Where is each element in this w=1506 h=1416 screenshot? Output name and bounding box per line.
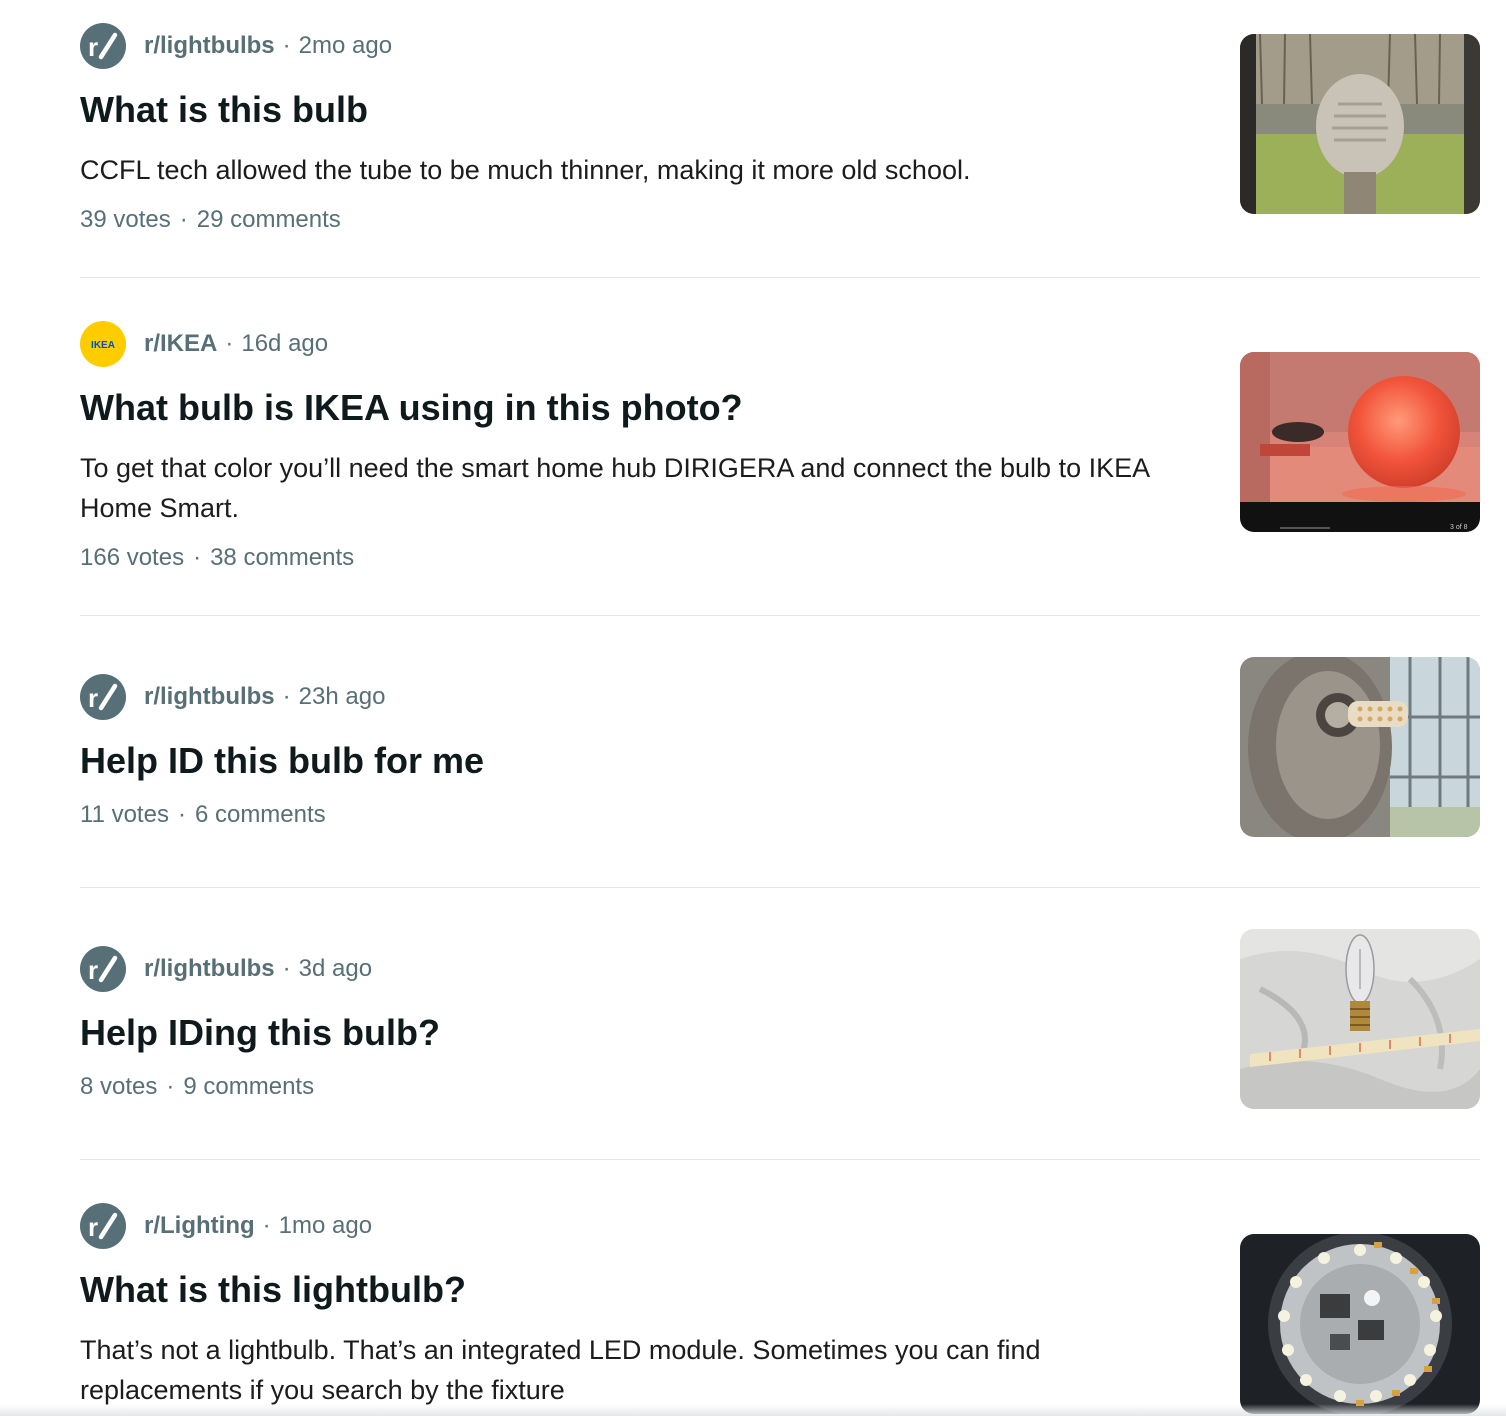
post-meta: r r/lightbulbs · 2mo ago (80, 22, 392, 70)
svg-text:r: r (88, 683, 98, 712)
post-time: 16d ago (241, 330, 329, 357)
post-snippet: That’s not a lightbulb. That’s an integr… (80, 1335, 1041, 1405)
post-meta: r r/lightbulbs · 3d ago (80, 945, 372, 993)
post-snippet: CCFL tech allowed the tube to be much th… (80, 155, 971, 185)
post-thumbnail[interactable] (1240, 929, 1480, 1109)
meta-separator: · (282, 955, 291, 982)
post-divider (80, 277, 1480, 278)
post-thumbnail[interactable] (1240, 34, 1480, 214)
svg-text:r: r (88, 1212, 98, 1241)
post-divider (80, 615, 1480, 616)
post-title[interactable]: What bulb is IKEA using in this photo? (80, 386, 743, 430)
svg-text:r: r (88, 955, 98, 984)
reddit-r-slash-icon: r (88, 1212, 118, 1241)
subreddit-name[interactable]: r/lightbulbs (144, 955, 275, 983)
stats-separator: · (179, 206, 188, 233)
post-thumbnail[interactable] (1240, 657, 1480, 837)
post-divider (80, 1159, 1480, 1160)
ikea-logo-icon: IKEA (82, 337, 124, 351)
stats-separator: · (166, 1073, 175, 1100)
comment-count[interactable]: 6 comments (195, 801, 326, 829)
reddit-r-slash-icon: r (88, 955, 118, 984)
vote-count: 11 votes (80, 801, 169, 828)
subreddit-name[interactable]: r/lightbulbs (144, 32, 275, 60)
svg-text:IKEA: IKEA (91, 340, 115, 351)
candelabra-bulb-tape-photo (1240, 929, 1480, 1109)
subreddit-avatar[interactable]: r (80, 1203, 126, 1249)
meta-separator: · (225, 330, 234, 357)
stats-separator: · (193, 544, 202, 571)
post-thumbnail[interactable] (1240, 1234, 1480, 1414)
led-module-photo (1240, 1234, 1480, 1414)
scroll-fade (0, 1404, 1506, 1416)
frosted-bulb-window-photo (1240, 34, 1480, 214)
wall-sconce-bulb-photo (1240, 657, 1480, 837)
post-title[interactable]: Help ID this bulb for me (80, 739, 484, 783)
subreddit-name[interactable]: r/lightbulbs (144, 683, 275, 711)
post-title[interactable]: Help IDing this bulb? (80, 1011, 440, 1055)
post-meta: r r/Lighting · 1mo ago (80, 1202, 372, 1250)
reddit-r-slash-icon: r (88, 32, 118, 61)
subreddit-name[interactable]: r/IKEA (144, 330, 217, 358)
meta-separator: · (282, 683, 291, 710)
post-stats: 8 votes · 9 comments (80, 1073, 314, 1101)
post-stats: 166 votes · 38 comments (80, 544, 354, 572)
post-thumbnail[interactable]: 3 of 8 (1240, 352, 1480, 532)
reddit-r-slash-icon: r (88, 683, 118, 712)
svg-text:3 of 8: 3 of 8 (1450, 524, 1468, 531)
post-title[interactable]: What is this bulb (80, 88, 368, 132)
post-time: 1mo ago (278, 1212, 373, 1239)
comment-count[interactable]: 9 comments (183, 1073, 314, 1101)
post-snippet: To get that color you’ll need the smart … (80, 453, 1149, 523)
vote-count: 39 votes (80, 206, 171, 233)
post-meta: IKEA r/IKEA · 16d ago (80, 320, 328, 368)
vote-count: 166 votes (80, 544, 185, 571)
post-meta: r r/lightbulbs · 23h ago (80, 673, 385, 721)
post-title[interactable]: What is this lightbulb? (80, 1268, 466, 1312)
meta-separator: · (262, 1212, 271, 1239)
subreddit-avatar[interactable]: r (80, 946, 126, 992)
subreddit-avatar[interactable]: r (80, 674, 126, 720)
post-time: 3d ago (298, 955, 373, 982)
vote-count: 8 votes (80, 1073, 158, 1100)
subreddit-avatar[interactable]: IKEA (80, 321, 126, 367)
post-stats: 39 votes · 29 comments (80, 206, 341, 234)
subreddit-avatar[interactable]: r (80, 23, 126, 69)
post-time: 23h ago (298, 683, 386, 710)
comment-count[interactable]: 38 comments (210, 544, 354, 572)
post-divider (80, 887, 1480, 888)
post-stats: 11 votes · 6 comments (80, 801, 326, 829)
meta-separator: · (282, 32, 291, 59)
post-time: 2mo ago (298, 32, 393, 59)
stats-separator: · (177, 801, 186, 828)
svg-text:r: r (88, 32, 98, 61)
subreddit-name[interactable]: r/Lighting (144, 1212, 255, 1240)
red-globe-lamp-photo: 3 of 8 (1240, 352, 1480, 532)
comment-count[interactable]: 29 comments (197, 206, 341, 234)
